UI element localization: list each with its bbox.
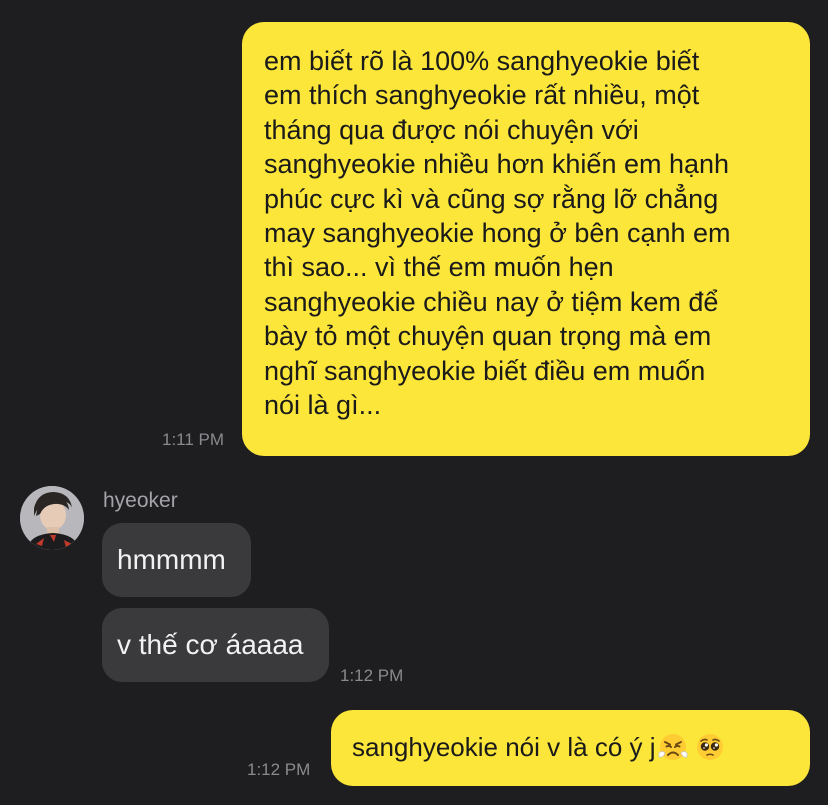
incoming-message-bubble[interactable]: v thế cơ áaaaa <box>102 608 329 682</box>
steam-from-nose-icon <box>658 734 687 760</box>
message-timestamp: 1:12 PM <box>247 760 311 779</box>
incoming-message-bubble[interactable]: hmmmm <box>102 523 251 597</box>
outgoing-message-bubble[interactable]: sanghyeokie nói v là có ý j <box>331 710 810 786</box>
avatar[interactable] <box>20 486 84 550</box>
message-timestamp: 1:12 PM <box>340 666 404 685</box>
avatar-image <box>20 486 84 550</box>
outgoing-message-bubble[interactable]: em biết rõ là 100% sanghyeokie biết em t… <box>242 22 810 456</box>
message-text: sanghyeokie nói v là có ý j <box>352 732 656 762</box>
chat-view: em biết rõ là 100% sanghyeokie biết em t… <box>0 0 828 805</box>
message-timestamp: 1:11 PM <box>162 430 225 449</box>
pleading-face-icon <box>696 734 723 760</box>
sender-name: hyeoker <box>103 489 178 512</box>
